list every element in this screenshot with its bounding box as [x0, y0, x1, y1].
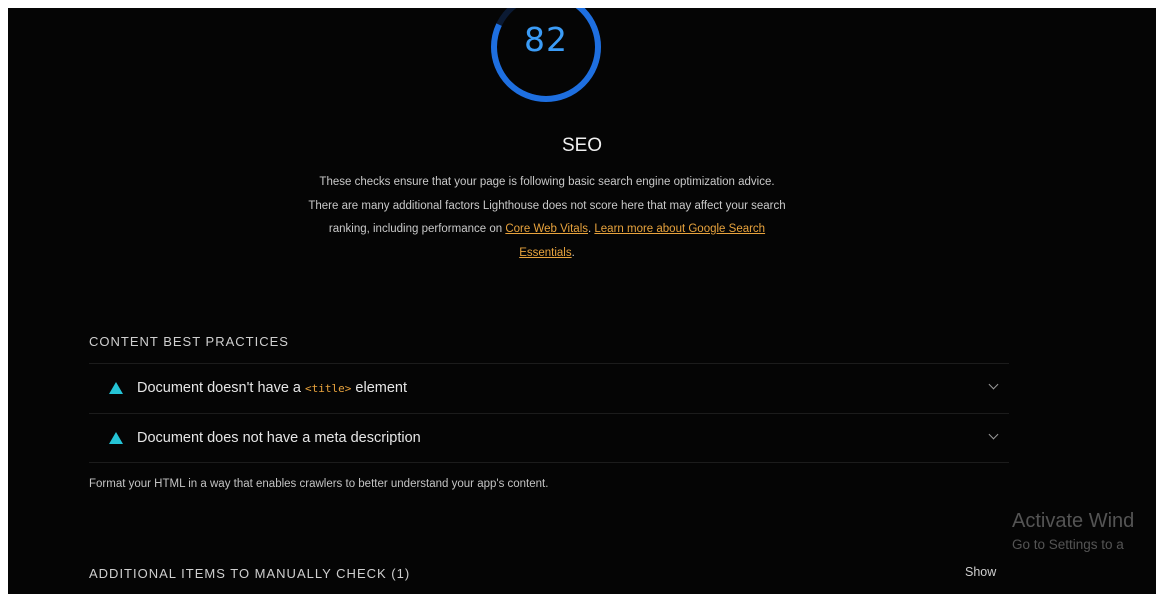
title-code: <title>: [305, 382, 352, 395]
show-button[interactable]: Show: [965, 565, 996, 579]
manual-checks-heading: ADDITIONAL ITEMS TO MANUALLY CHECK (1): [89, 566, 411, 581]
description-end: .: [571, 246, 575, 259]
audit-meta-description[interactable]: Document does not have a meta descriptio…: [89, 413, 1009, 463]
group-description: Format your HTML in a way that enables c…: [89, 478, 549, 490]
watermark-line2: Go to Settings to a: [1012, 537, 1124, 552]
report-panel: 82 SEO These checks ensure that your pag…: [8, 8, 1156, 594]
chevron-down-icon[interactable]: [988, 379, 999, 390]
audit-title: Document does not have a meta descriptio…: [137, 430, 421, 446]
category-description: These checks ensure that your page is fo…: [307, 171, 787, 265]
warning-triangle-icon: [109, 382, 123, 394]
content-best-practices-heading: CONTENT BEST PRACTICES: [89, 334, 289, 349]
core-web-vitals-link[interactable]: Core Web Vitals: [505, 223, 588, 235]
audit-document-title[interactable]: Document doesn't have a <title> element: [89, 363, 1009, 412]
chevron-down-icon[interactable]: [988, 429, 999, 440]
audit-title-suffix: element: [351, 380, 407, 396]
warning-triangle-icon: [109, 432, 123, 444]
score-gauge: 82: [487, 8, 605, 106]
audit-title: Document doesn't have a <title> element: [137, 380, 407, 396]
watermark-line1: Activate Wind: [1012, 510, 1135, 532]
score-value: 82: [524, 20, 568, 59]
activation-watermark: Activate Wind Go to Settings to a: [1012, 510, 1134, 552]
category-title: SEO: [561, 135, 603, 156]
audit-title-prefix: Document doesn't have a: [137, 380, 306, 396]
